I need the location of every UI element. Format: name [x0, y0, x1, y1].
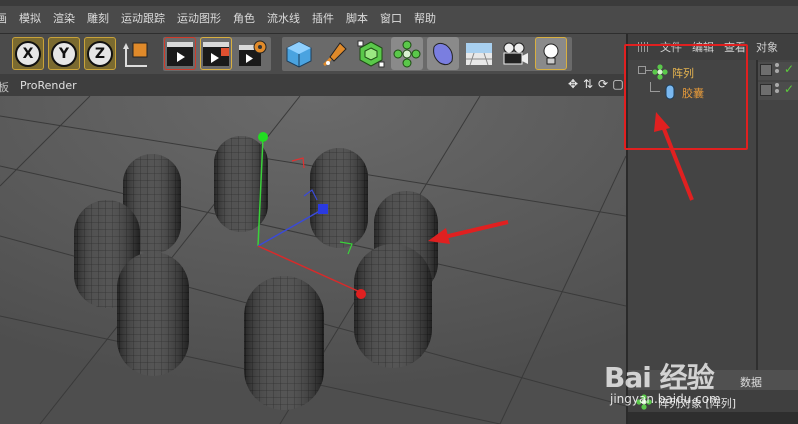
axis-lock-x-button[interactable]: X	[12, 37, 44, 70]
menu-item[interactable]: 角色	[233, 10, 255, 26]
menu-item[interactable]: 插件	[312, 10, 334, 26]
attribute-object-label: 阵列对象 [阵列]	[658, 397, 737, 410]
menu-item[interactable]: 窗口	[380, 10, 402, 26]
viewport-menu-label[interactable]: 板	[0, 79, 9, 95]
viewport-nav-icons: ✥ ⇅ ⟳ ▢	[567, 77, 624, 91]
axis-lock-x-icon: X	[15, 40, 41, 67]
attribute-tab-data[interactable]: 数据	[740, 374, 762, 390]
zoom-view-icon[interactable]: ⇅	[582, 77, 594, 91]
floor-environment-icon	[466, 42, 492, 65]
cloner-button[interactable]	[391, 37, 423, 70]
axis-lock-y-button[interactable]: Y	[48, 37, 80, 70]
column-divider[interactable]	[756, 60, 758, 370]
attribute-object-row: 阵列对象 [阵列]	[628, 392, 798, 412]
attribute-tabs-strip	[628, 412, 798, 424]
cloner-icon	[393, 40, 421, 67]
menu-item[interactable]: 运动图形	[177, 10, 221, 26]
enabled-check-icon[interactable]: ✓	[784, 62, 794, 76]
object-flags-capsule: ✓	[758, 82, 798, 100]
capsule-front-left[interactable]	[117, 252, 189, 376]
menu-item[interactable]: 渲染	[53, 10, 75, 26]
rotate-view-icon[interactable]: ⟳	[597, 77, 609, 91]
deformer-icon	[433, 42, 453, 65]
light-icon	[543, 43, 559, 64]
axis-lock-z-button[interactable]: Z	[84, 37, 116, 70]
attribute-manager-header: 数据	[628, 370, 798, 390]
enabled-check-icon[interactable]: ✓	[784, 82, 794, 96]
capsule-front-center[interactable]	[244, 276, 324, 410]
move-view-icon[interactable]: ✥	[567, 77, 579, 91]
camera-button[interactable]	[499, 37, 531, 70]
layer-box[interactable]	[760, 84, 772, 96]
cloner-icon	[636, 394, 652, 410]
pen-spline-button[interactable]	[319, 37, 351, 70]
pen-spline-icon	[323, 41, 347, 66]
menu-item[interactable]: 帮助	[414, 10, 436, 26]
title-strip	[0, 0, 798, 6]
cube-primitive-button[interactable]	[283, 37, 315, 70]
object-flags-cloner: ✓	[758, 62, 798, 80]
subdivision-surface-button[interactable]	[355, 37, 387, 70]
floor-environment-button[interactable]	[463, 37, 495, 70]
menu-objects[interactable]: 对象	[756, 39, 778, 55]
renderer-label[interactable]: ProRender	[20, 79, 77, 92]
render-to-picture-viewer-button[interactable]	[200, 37, 232, 70]
menu-items: 画模拟 渲染 雕刻 运动跟踪 运动图形 角色 流水线 插件 脚本 窗口 帮助	[0, 10, 448, 26]
cube-primitive-icon	[286, 40, 312, 68]
deformer-button[interactable]	[427, 37, 459, 70]
viewport-scene	[0, 96, 626, 424]
visibility-dots[interactable]	[775, 83, 781, 97]
menu-item[interactable]: 运动跟踪	[121, 10, 165, 26]
menu-item[interactable]: 画	[0, 10, 7, 26]
menu-item[interactable]: 流水线	[267, 10, 300, 26]
menu-item[interactable]: 脚本	[346, 10, 368, 26]
coordinate-system-icon	[123, 42, 148, 67]
visibility-dots[interactable]	[775, 63, 781, 77]
render-to-picture-viewer-icon	[203, 41, 229, 66]
main-toolbar: X Y Z	[0, 34, 626, 74]
render-view-icon	[167, 41, 193, 66]
light-button[interactable]	[535, 37, 567, 70]
render-settings-icon	[239, 40, 267, 66]
menu-item[interactable]: 模拟	[19, 10, 41, 26]
menu-item[interactable]: 雕刻	[87, 10, 109, 26]
coordinate-system-button[interactable]	[120, 37, 152, 70]
3d-viewport[interactable]	[0, 96, 626, 424]
render-view-button[interactable]	[164, 37, 196, 70]
menu-bar: 画模拟 渲染 雕刻 运动跟踪 运动图形 角色 流水线 插件 脚本 窗口 帮助	[0, 0, 798, 34]
capsule-back-3[interactable]	[310, 148, 368, 248]
capsule-front-right[interactable]	[354, 244, 432, 368]
camera-icon	[503, 42, 528, 64]
annotation-arrow-panel	[654, 112, 694, 201]
viewport-header: 板 ProRender ✥ ⇅ ⟳ ▢	[0, 74, 626, 96]
render-settings-button[interactable]	[236, 37, 268, 70]
layer-box[interactable]	[760, 64, 772, 76]
axis-lock-z-icon: Z	[87, 40, 113, 67]
maximize-view-icon[interactable]: ▢	[612, 77, 624, 91]
axis-lock-y-icon: Y	[51, 40, 77, 67]
subdivision-surface-icon	[357, 40, 385, 67]
